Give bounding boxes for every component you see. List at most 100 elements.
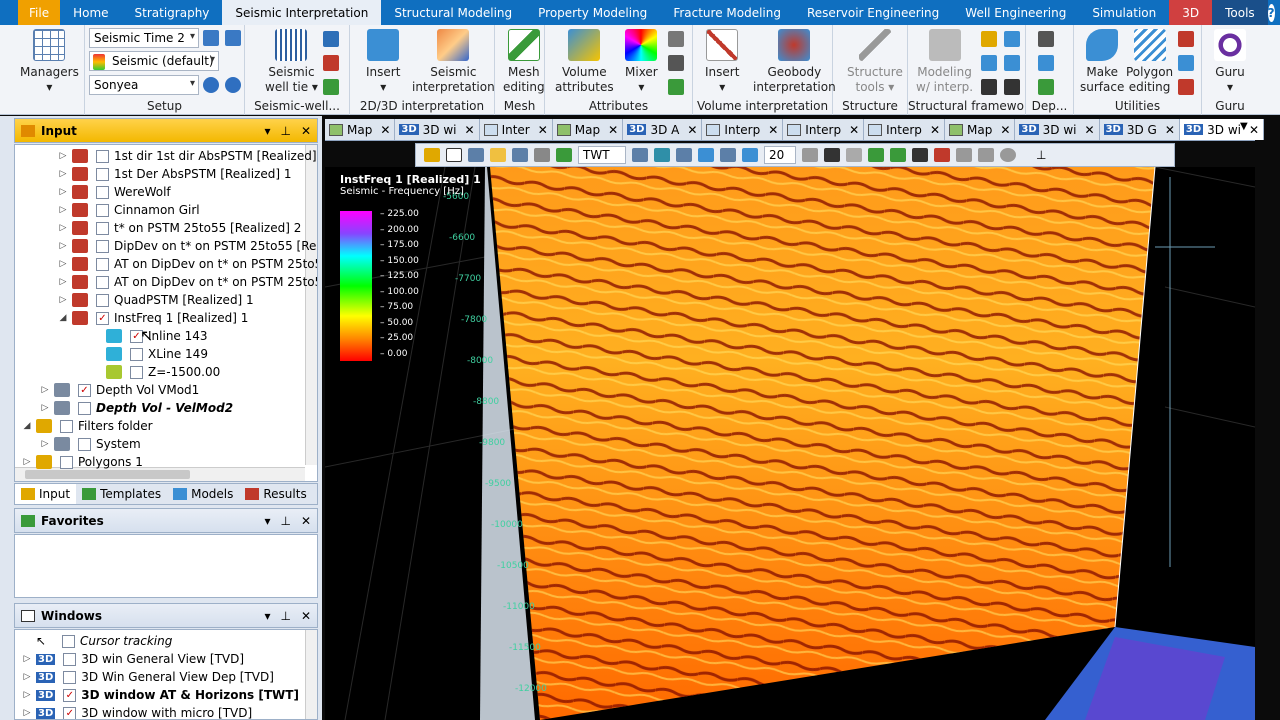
- expand-icon[interactable]: ▷: [39, 403, 51, 413]
- tree-item[interactable]: ▷ Cinnamon Girl: [15, 201, 200, 219]
- horizon-combo[interactable]: Sonyea: [89, 75, 199, 95]
- tree-item[interactable]: ✓ Inline 143: [15, 327, 208, 345]
- menu-file[interactable]: File: [18, 0, 61, 25]
- util-icon-3[interactable]: [1178, 79, 1194, 95]
- tree-item[interactable]: XLine 149: [15, 345, 208, 363]
- visibility-checkbox[interactable]: [96, 221, 109, 235]
- doc-tab-interp[interactable]: Interp ✕: [783, 119, 865, 140]
- explorer-tab-models[interactable]: Models: [167, 484, 239, 504]
- attr-icon-2[interactable]: [668, 55, 684, 71]
- menu-home[interactable]: Home: [60, 0, 121, 25]
- doc-tab-interp[interactable]: Interp ✕: [702, 119, 784, 140]
- close-tab-icon[interactable]: ✕: [1249, 123, 1259, 137]
- visibility-checkbox[interactable]: [62, 634, 75, 648]
- expand-icon[interactable]: ▷: [21, 708, 33, 718]
- tree-item[interactable]: ▷ AT on DipDev on t* on PSTM 25to55 [F: [15, 273, 317, 291]
- make-surface-button[interactable]: Make surface: [1080, 29, 1124, 95]
- explorer-tab-results[interactable]: Results: [239, 484, 312, 504]
- expand-icon[interactable]: ▷: [57, 277, 69, 287]
- view-icon[interactable]: [654, 148, 670, 162]
- expand-icon[interactable]: ▷: [21, 672, 33, 682]
- visibility-checkbox[interactable]: [60, 419, 73, 433]
- visibility-checkbox[interactable]: [78, 401, 91, 415]
- doc-tab-3d[interactable]: 3D 3D A ✕: [623, 119, 703, 140]
- sphere-icon[interactable]: [1000, 148, 1016, 162]
- visibility-checkbox[interactable]: [96, 257, 109, 271]
- doc-tab-3d[interactable]: 3D 3D wi ✕: [1179, 119, 1265, 140]
- legend-icon[interactable]: [890, 148, 906, 162]
- window-item[interactable]: ▷ 3D 3D Win General View Dep [TVD]: [15, 668, 274, 686]
- expand-icon[interactable]: ▷: [39, 385, 51, 395]
- seismic-interpretation-button[interactable]: Seismic interpretation: [412, 29, 495, 95]
- close-tab-icon[interactable]: ✕: [687, 123, 697, 137]
- close-icon[interactable]: ✕: [301, 514, 311, 528]
- modeling-interp-button[interactable]: Modeling w/ interp.: [916, 29, 973, 95]
- tree-vscroll[interactable]: [305, 145, 317, 465]
- mesh-editing-button[interactable]: Mesh editing: [503, 29, 545, 95]
- close-tab-icon[interactable]: ✕: [465, 123, 475, 137]
- seismic-well-tie-button[interactable]: Seismic well tie ▾: [265, 29, 318, 95]
- eraser-icon[interactable]: [846, 148, 862, 162]
- tree-item[interactable]: Z=-1500.00: [15, 363, 220, 381]
- domain-combo[interactable]: Seismic Time 2: [89, 28, 199, 48]
- pin-icon[interactable]: ⊥: [280, 514, 290, 528]
- axis-icon[interactable]: [868, 148, 884, 162]
- close-tab-icon[interactable]: ✕: [538, 123, 548, 137]
- expand-icon[interactable]: ▷: [57, 241, 69, 251]
- menu-property-modeling[interactable]: Property Modeling: [525, 0, 660, 25]
- visibility-checkbox[interactable]: [96, 185, 109, 199]
- ruler-icon[interactable]: [556, 148, 572, 162]
- close-tab-icon[interactable]: ✕: [930, 123, 940, 137]
- attr-icon-3[interactable]: [668, 79, 684, 95]
- visibility-checkbox[interactable]: [96, 167, 109, 181]
- setup-icon-1[interactable]: [203, 30, 219, 46]
- tree-item[interactable]: ▷ Polygons 1: [15, 453, 143, 471]
- visibility-checkbox[interactable]: [96, 149, 109, 163]
- close-icon[interactable]: ✕: [301, 609, 311, 623]
- frame-icon-1[interactable]: [981, 31, 997, 47]
- window-item[interactable]: ▷ 3D 3D win General View [TVD]: [15, 650, 245, 668]
- close-icon[interactable]: ✕: [301, 124, 311, 138]
- visibility-checkbox[interactable]: [130, 347, 143, 361]
- well-icon-2[interactable]: [323, 55, 339, 71]
- down-icon[interactable]: [203, 77, 219, 93]
- tree-item[interactable]: ▷ AT on DipDev on t* on PSTM 25to55 [F: [15, 255, 317, 273]
- menu-structural-modeling[interactable]: Structural Modeling: [381, 0, 525, 25]
- eye-icon[interactable]: [824, 148, 840, 162]
- close-tab-icon[interactable]: ✕: [1085, 123, 1095, 137]
- template-combo[interactable]: Seismic (default): [89, 51, 219, 71]
- expand-icon[interactable]: ▷: [21, 457, 33, 467]
- center-icon[interactable]: [698, 148, 714, 162]
- pin-icon[interactable]: ⊥: [280, 124, 290, 138]
- frame-icon-2[interactable]: [1004, 31, 1020, 47]
- tree-item[interactable]: ▷ ✓ Depth Vol VMod1: [15, 381, 199, 399]
- tree-item[interactable]: ▷ 1st dir 1st dir AbsPSTM [Realized] 1: [15, 147, 317, 165]
- doc-tab-map[interactable]: Map ✕: [325, 119, 396, 140]
- tree-item[interactable]: ▷ t* on PSTM 25to55 [Realized] 2: [15, 219, 301, 237]
- explorer-tab-input[interactable]: Input: [15, 484, 77, 504]
- menu-seismic-interpretation[interactable]: Seismic Interpretation: [222, 0, 382, 25]
- panel-menu-icon[interactable]: ▾: [264, 124, 270, 138]
- dep-icon-3[interactable]: [1038, 79, 1054, 95]
- pick-icon[interactable]: [490, 148, 506, 162]
- close-tab-icon[interactable]: ✕: [1000, 123, 1010, 137]
- visibility-checkbox[interactable]: [130, 365, 143, 379]
- frame-icon-4[interactable]: [1004, 55, 1020, 71]
- collapse-icon[interactable]: ◢: [57, 313, 69, 323]
- up-icon[interactable]: [225, 77, 241, 93]
- attr-icon-1[interactable]: [668, 31, 684, 47]
- filter-icon[interactable]: [934, 148, 950, 162]
- explorer-tab-templates[interactable]: Templates: [76, 484, 167, 504]
- windows-vscroll[interactable]: [305, 630, 317, 719]
- doc-tab-3d[interactable]: 3D 3D G ✕: [1099, 119, 1180, 140]
- menu-simulation[interactable]: Simulation: [1079, 0, 1169, 25]
- visibility-checkbox[interactable]: [96, 293, 109, 307]
- window-item[interactable]: ▷ 3D ✓ 3D window AT & Horizons [TWT]: [15, 686, 299, 704]
- expand-icon[interactable]: ▷: [21, 690, 33, 700]
- close-tab-icon[interactable]: ✕: [380, 123, 390, 137]
- util-icon-1[interactable]: [1178, 31, 1194, 47]
- expand-icon[interactable]: ▷: [57, 295, 69, 305]
- doc-tab-map[interactable]: Map ✕: [552, 119, 624, 140]
- close-tab-icon[interactable]: ✕: [849, 123, 859, 137]
- menu-tools[interactable]: Tools: [1212, 0, 1268, 25]
